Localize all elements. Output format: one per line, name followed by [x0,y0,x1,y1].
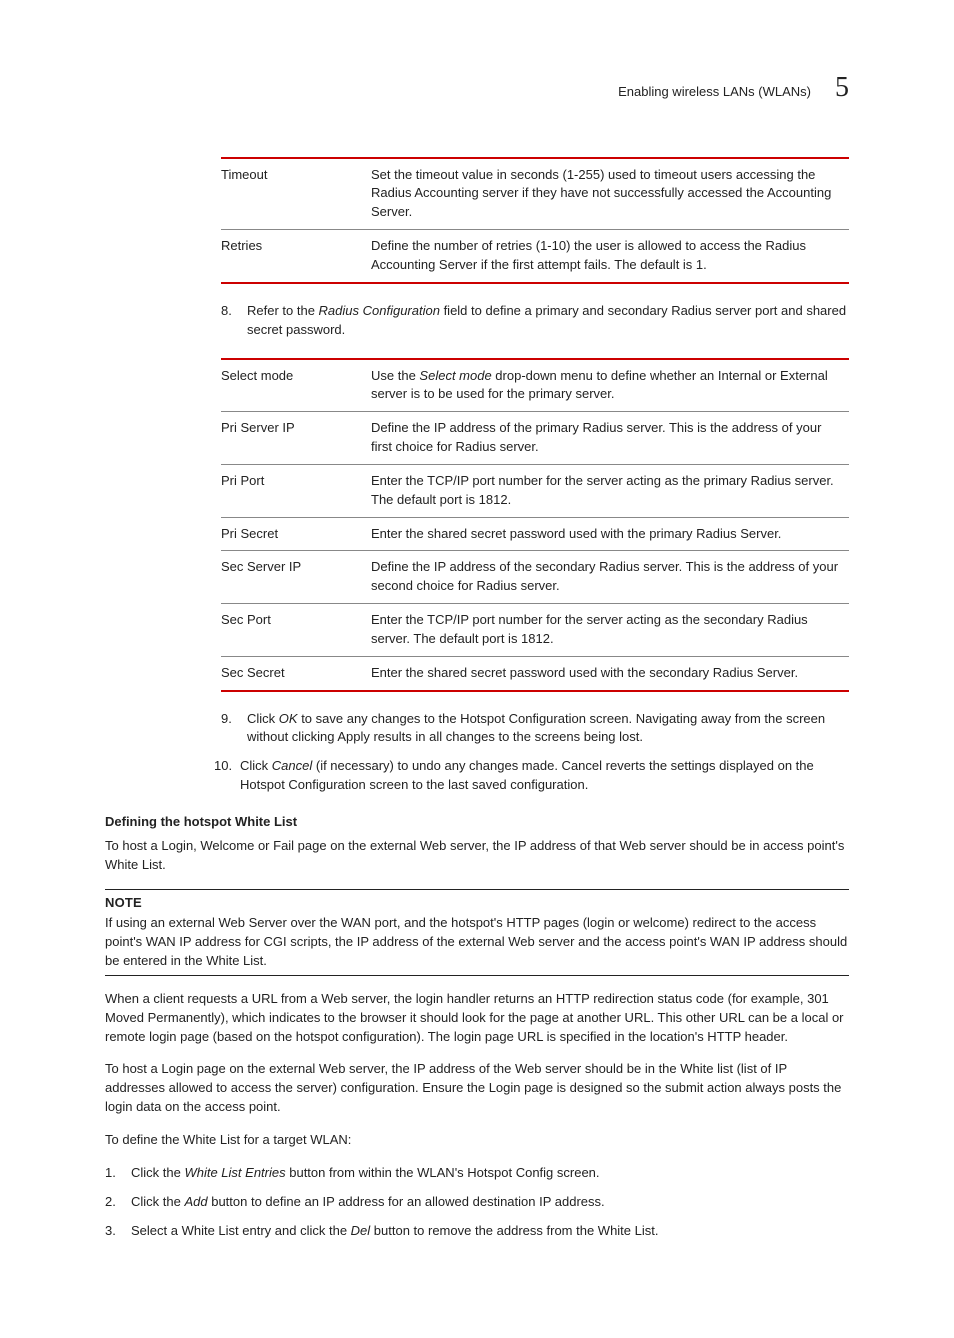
step-text: Click the Add button to define an IP add… [131,1194,605,1209]
step-number: 10. [214,757,232,776]
field-desc: Enter the shared secret password used wi… [371,656,849,690]
step-number: 1. [105,1164,116,1183]
whitelist-intro: To host a Login, Welcome or Fail page on… [105,837,849,875]
table-row: Select mode Use the Select mode drop-dow… [221,359,849,412]
step-number: 2. [105,1193,116,1212]
step-text: Click OK to save any changes to the Hots… [247,711,825,745]
field-desc: Define the number of retries (1-10) the … [371,230,849,283]
field-name: Select mode [221,359,371,412]
table-row: Pri Port Enter the TCP/IP port number fo… [221,464,849,517]
accounting-table: Timeout Set the timeout value in seconds… [221,157,849,284]
step-number: 8. [221,302,232,321]
step-number: 9. [221,710,232,729]
whitelist-step-3: 3. Select a White List entry and click t… [105,1222,849,1241]
header-title: Enabling wireless LANs (WLANs) [618,83,811,102]
table-row: Sec Port Enter the TCP/IP port number fo… [221,604,849,657]
field-desc: Enter the TCP/IP port number for the ser… [371,464,849,517]
step-text: Refer to the Radius Configuration field … [247,303,846,337]
field-desc: Define the IP address of the primary Rad… [371,412,849,465]
radius-config-table: Select mode Use the Select mode drop-dow… [221,358,849,692]
note-body: If using an external Web Server over the… [105,914,849,971]
whitelist-step-2: 2. Click the Add button to define an IP … [105,1193,849,1212]
field-desc: Define the IP address of the secondary R… [371,551,849,604]
step-10: 10. Click Cancel (if necessary) to undo … [214,757,849,795]
table-row: Pri Secret Enter the shared secret passw… [221,517,849,551]
field-name: Sec Server IP [221,551,371,604]
table-row: Retries Define the number of retries (1-… [221,230,849,283]
field-name: Sec Port [221,604,371,657]
field-desc: Enter the TCP/IP port number for the ser… [371,604,849,657]
table-row: Sec Secret Enter the shared secret passw… [221,656,849,690]
table-row: Pri Server IP Define the IP address of t… [221,412,849,465]
whitelist-heading: Defining the hotspot White List [105,813,849,832]
table-row: Sec Server IP Define the IP address of t… [221,551,849,604]
field-name: Timeout [221,158,371,230]
whitelist-step-1: 1. Click the White List Entries button f… [105,1164,849,1183]
step-text: Click the White List Entries button from… [131,1165,600,1180]
step-9: 9. Click OK to save any changes to the H… [221,710,849,748]
field-name: Pri Port [221,464,371,517]
step-number: 3. [105,1222,116,1241]
field-name: Retries [221,230,371,283]
field-name: Pri Server IP [221,412,371,465]
paragraph: To define the White List for a target WL… [105,1131,849,1150]
table-row: Timeout Set the timeout value in seconds… [221,158,849,230]
field-desc: Enter the shared secret password used wi… [371,517,849,551]
chapter-number: 5 [835,68,849,109]
step-text: Click Cancel (if necessary) to undo any … [240,758,814,792]
field-desc: Use the Select mode drop-down menu to de… [371,359,849,412]
field-name: Sec Secret [221,656,371,690]
note-block: NOTE If using an external Web Server ove… [105,889,849,976]
step-8: 8. Refer to the Radius Configuration fie… [221,302,849,340]
field-desc: Set the timeout value in seconds (1-255)… [371,158,849,230]
page-header: Enabling wireless LANs (WLANs) 5 [105,68,849,109]
note-label: NOTE [105,894,849,913]
field-name: Pri Secret [221,517,371,551]
step-text: Select a White List entry and click the … [131,1223,658,1238]
paragraph: To host a Login page on the external Web… [105,1060,849,1117]
paragraph: When a client requests a URL from a Web … [105,990,849,1047]
